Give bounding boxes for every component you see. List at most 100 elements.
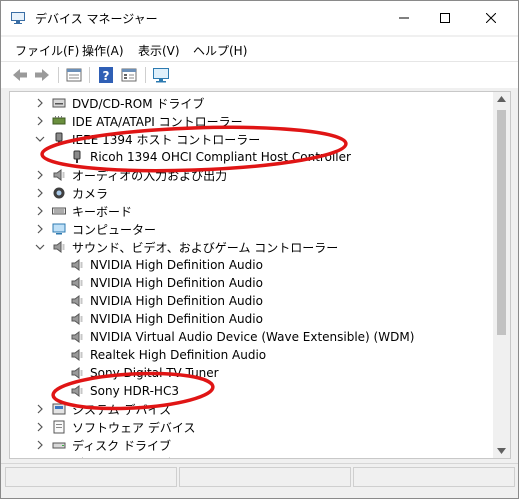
expand-chevron-icon[interactable] [34,205,46,217]
back-arrow-icon[interactable] [11,66,29,84]
tree-item-label: NVIDIA High Definition Audio [90,258,263,272]
tree-category-row[interactable]: キーボード [34,202,132,220]
expand-chevron-icon[interactable] [34,403,46,415]
expand-chevron-icon[interactable] [34,97,46,109]
speaker-icon [70,366,84,380]
tree-category-row[interactable]: コンピューター [34,220,156,238]
tree-item-label: キーボード [72,204,133,219]
toolbar: ? [1,62,518,88]
toolbar-separator [58,67,59,83]
menu-bar: ファイル(F) 操作(A) 表示(V) ヘルプ(H) [1,37,518,62]
status-cell [353,467,515,487]
scrollbar-thumb[interactable] [497,110,506,335]
tree-item-label: NVIDIA High Definition Audio [90,312,263,326]
menu-action[interactable]: 操作(A) [82,42,124,59]
ide-controller-icon [52,114,66,128]
tree-item-label: ディスプレイ アダプター [72,455,207,459]
tree-category-row[interactable]: カメラ [34,184,108,202]
camera-icon [52,186,66,200]
speaker-icon [70,312,84,326]
tree-item-label: ディスク ドライブ [72,438,171,453]
maximize-button[interactable] [422,1,468,35]
close-button[interactable] [468,1,514,35]
tree-device-row[interactable]: Sony HDR-HC3 [52,382,179,400]
tree-device-row[interactable]: NVIDIA Virtual Audio Device (Wave Extens… [52,328,414,346]
expand-chevron-icon[interactable] [34,169,46,181]
tree-item-label: オーディオの入力および出力 [72,168,228,183]
disk-drive-icon [52,438,66,452]
maximize-icon [440,13,450,23]
expand-chevron-icon[interactable] [34,187,46,199]
svg-text:?: ? [103,69,110,83]
tree-item-label: システム デバイス [72,402,172,417]
display-adapter-icon [52,456,66,458]
tree-category-row[interactable]: ディスプレイ アダプター [34,454,207,459]
firewire-icon [70,150,84,164]
tree-item-label: Sony HDR-HC3 [90,384,179,398]
status-cell [5,467,177,487]
tree-item-label: IEEE 1394 ホスト コントローラー [72,132,261,147]
expand-chevron-icon[interactable] [34,457,46,458]
toolbar-separator [89,67,90,83]
help-icon[interactable]: ? [97,66,115,84]
collapse-chevron-icon[interactable] [34,241,46,253]
toolbar-separator [145,67,146,83]
tree-item-label: サウンド、ビデオ、およびゲーム コントローラー [72,240,339,255]
tree-category-row[interactable]: システム デバイス [34,400,171,418]
expand-chevron-icon[interactable] [34,421,46,433]
tree-item-label: Realtek High Definition Audio [90,348,267,362]
tree-device-row[interactable]: Sony Digital TV Tuner [52,364,219,382]
expand-chevron-icon[interactable] [34,115,46,127]
menu-file[interactable]: ファイル(F) [15,42,79,59]
speaker-icon [70,294,84,308]
tree-device-row[interactable]: NVIDIA High Definition Audio [52,292,263,310]
expand-chevron-icon[interactable] [34,223,46,235]
tree-category-row[interactable]: IEEE 1394 ホスト コントローラー [34,130,260,148]
vertical-scrollbar[interactable] [493,92,510,458]
window-title: デバイス マネージャー [35,12,158,26]
properties-icon[interactable] [65,66,83,84]
tree-device-row[interactable]: Ricoh 1394 OHCI Compliant Host Controlle… [52,148,351,166]
software-device-icon [52,420,66,434]
tree-category-row[interactable]: DVD/CD-ROM ドライブ [34,94,204,112]
tree-category-row[interactable]: サウンド、ビデオ、およびゲーム コントローラー [34,238,338,256]
device-list-icon[interactable] [120,66,138,84]
status-bar [1,463,518,488]
tree-category-row[interactable]: ディスク ドライブ [34,436,171,454]
tree-item-label: NVIDIA Virtual Audio Device (Wave Extens… [90,330,415,344]
status-cell [179,467,351,487]
speaker-icon [70,276,84,290]
expand-chevron-icon[interactable] [34,439,46,451]
speaker-icon [70,258,84,272]
tree-item-label: ソフトウェア デバイス [72,420,196,435]
menu-help[interactable]: ヘルプ(H) [193,42,247,59]
speaker-icon [70,384,84,398]
speaker-icon [70,330,84,344]
tree-category-row[interactable]: IDE ATA/ATAPI コントローラー [34,112,243,130]
tree-item-label: カメラ [72,186,109,201]
minimize-button[interactable] [381,1,427,35]
scroll-down-icon[interactable] [497,448,506,454]
tree-category-row[interactable]: オーディオの入力および出力 [34,166,227,184]
tree-device-row[interactable]: Realtek High Definition Audio [52,346,266,364]
tree-device-row[interactable]: NVIDIA High Definition Audio [52,310,263,328]
collapse-chevron-icon[interactable] [34,133,46,145]
scan-hardware-icon[interactable] [152,66,170,84]
keyboard-icon [52,204,66,218]
forward-arrow-icon[interactable] [33,66,51,84]
device-tree[interactable]: DVD/CD-ROM ドライブ IDE ATA/ATAPI コントローラー IEEE… [9,91,511,459]
menu-view[interactable]: 表示(V) [138,42,180,59]
tree-item-label: Ricoh 1394 OHCI Compliant Host Controlle… [90,150,351,164]
tree-device-row[interactable]: NVIDIA High Definition Audio [52,274,263,292]
title-bar[interactable]: デバイス マネージャー [1,1,518,35]
speaker-icon [70,348,84,362]
tree-device-row[interactable]: NVIDIA High Definition Audio [52,256,263,274]
tree-category-row[interactable]: ソフトウェア デバイス [34,418,195,436]
scroll-up-icon[interactable] [497,96,506,102]
